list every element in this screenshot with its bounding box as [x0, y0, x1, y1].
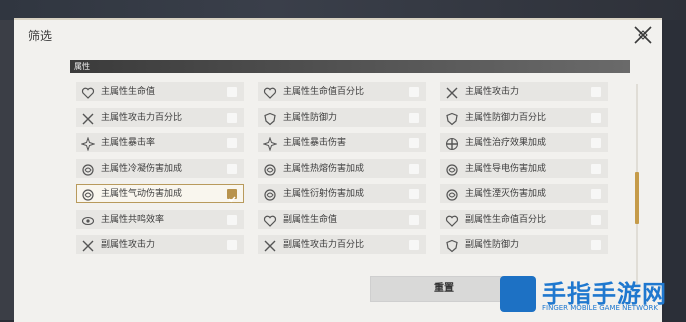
swords-icon: [81, 238, 95, 252]
filter-option[interactable]: 副属性生命值: [258, 209, 426, 229]
checkbox[interactable]: [409, 189, 419, 199]
filter-option[interactable]: 主属性导电伤害加成: [440, 158, 608, 178]
fusion-icon: [263, 162, 277, 176]
filter-option-label: 主属性湮灭伤害加成: [465, 189, 547, 199]
filter-option-label: 主属性攻击力百分比: [101, 112, 183, 123]
filter-option[interactable]: 主属性冷凝伤害加成: [76, 158, 244, 178]
checkbox[interactable]: [409, 214, 419, 225]
shield-icon: [445, 238, 459, 253]
dialog-title: 筛选: [28, 29, 53, 43]
heart-percent-icon: [263, 85, 277, 99]
checkbox[interactable]: [409, 112, 419, 123]
filter-option[interactable]: 副属性攻击力百分比: [258, 235, 426, 254]
background-left-edge: [0, 20, 14, 320]
filter-option[interactable]: 副属性攻击力: [76, 235, 244, 254]
filter-option[interactable]: 副属性生命值百分比: [440, 209, 608, 229]
filter-option[interactable]: 主属性生命值百分比: [258, 82, 426, 101]
heart-icon: [263, 213, 277, 227]
electro-icon: [445, 162, 459, 176]
filter-option[interactable]: 主属性防御力百分比: [440, 107, 608, 127]
filter-option[interactable]: 主属性湮灭伤害加成: [440, 184, 608, 203]
filter-option-label: 主属性暴击率: [101, 138, 156, 148]
filter-option-label: 主属性热熔伤害加成: [283, 163, 365, 174]
attribute-options-panel: 属性 主属性生命值 主属性生命值百分比 主属性攻击力 主属性攻击力百分比 主属性防御力主…: [70, 60, 630, 284]
filter-option-label: 主属性攻击力: [465, 87, 520, 97]
swords-percent-icon: [263, 238, 277, 252]
filter-option-label: 主属性冷凝伤害加成: [101, 163, 183, 174]
checkbox[interactable]: [227, 240, 237, 250]
filter-option-label: 主属性暴击伤害: [283, 138, 347, 148]
filter-option-label: 主属性共鸣效率: [101, 214, 165, 225]
filter-option-label: 主属性衍射伤害加成: [283, 189, 365, 199]
glacio-icon: [81, 162, 95, 176]
checkbox[interactable]: [227, 87, 237, 97]
filter-option[interactable]: 主属性攻击力: [440, 82, 608, 101]
filter-option-label: 副属性生命值百分比: [465, 214, 547, 225]
checkbox[interactable]: [591, 189, 601, 199]
checkbox[interactable]: [409, 87, 419, 97]
checkbox[interactable]: [409, 138, 419, 148]
heart-percent-icon: [445, 213, 459, 227]
checkbox[interactable]: [591, 240, 601, 250]
checkbox[interactable]: [591, 138, 601, 148]
healing-icon: [445, 136, 459, 150]
checkbox[interactable]: [227, 163, 237, 174]
spectro-icon: [263, 187, 277, 201]
filter-option[interactable]: 主属性攻击力百分比: [76, 107, 244, 127]
aero-icon: [81, 187, 95, 201]
section-label: 属性: [74, 62, 90, 71]
checkbox[interactable]: [227, 112, 237, 123]
filter-option[interactable]: 主属性防御力: [258, 107, 426, 127]
filter-option-label: 副属性攻击力: [101, 240, 156, 250]
filter-option[interactable]: 主属性热熔伤害加成: [258, 158, 426, 178]
filter-option-label: 主属性气动伤害加成: [101, 189, 183, 199]
filter-option[interactable]: 主属性气动伤害加成: [76, 184, 244, 203]
filter-option-label: 主属性生命值百分比: [283, 87, 365, 97]
filter-option-label: 主属性防御力: [283, 112, 338, 123]
filter-option-label: 副属性生命值: [283, 214, 338, 225]
watermark-subtitle: FINGER MOBILE GAME NETWORK: [542, 304, 658, 312]
filter-option-label: 主属性治疗效果加成: [465, 138, 547, 148]
heart-icon: [81, 85, 95, 99]
checkbox[interactable]: [227, 214, 237, 225]
checkbox[interactable]: [591, 214, 601, 225]
filter-option[interactable]: 主属性暴击伤害: [258, 133, 426, 152]
filter-option-label: 主属性防御力百分比: [465, 112, 547, 123]
filter-option[interactable]: 主属性治疗效果加成: [440, 133, 608, 152]
swords-icon: [445, 85, 459, 99]
checkbox[interactable]: [227, 138, 237, 148]
watermark-logo-icon: [500, 276, 536, 312]
background-top-strip: [0, 0, 686, 20]
checkbox-checked[interactable]: [227, 189, 237, 203]
shield-icon: [263, 111, 277, 125]
filter-option[interactable]: 主属性暴击率: [76, 133, 244, 152]
check-icon: [228, 196, 236, 203]
scrollbar-thumb[interactable]: [635, 172, 639, 224]
resonance-eye-icon: [81, 213, 95, 227]
checkbox[interactable]: [591, 87, 601, 97]
watermark: 手指手游网 FINGER MOBILE GAME NETWORK: [498, 274, 686, 320]
close-icon[interactable]: [632, 24, 654, 46]
filter-option[interactable]: 主属性衍射伤害加成: [258, 184, 426, 203]
crit-damage-icon: [262, 136, 278, 152]
checkbox[interactable]: [409, 163, 419, 174]
filter-option[interactable]: 副属性防御力: [440, 235, 608, 254]
checkbox[interactable]: [409, 240, 419, 250]
filter-option-label: 主属性导电伤害加成: [465, 163, 547, 174]
section-header: 属性: [70, 60, 630, 73]
filter-option[interactable]: 主属性生命值: [76, 82, 244, 101]
filter-option-label: 主属性生命值: [101, 87, 156, 97]
havoc-icon: [445, 187, 459, 201]
reset-button[interactable]: 重置: [370, 276, 518, 302]
swords-percent-icon: [81, 111, 95, 125]
checkbox[interactable]: [591, 112, 601, 123]
filter-option-label: 副属性攻击力百分比: [283, 240, 365, 250]
filter-option[interactable]: 主属性共鸣效率: [76, 209, 244, 229]
shield-percent-icon: [445, 111, 459, 125]
filter-option-label: 副属性防御力: [465, 240, 520, 250]
checkbox[interactable]: [591, 163, 601, 174]
crit-rate-icon: [80, 136, 96, 152]
